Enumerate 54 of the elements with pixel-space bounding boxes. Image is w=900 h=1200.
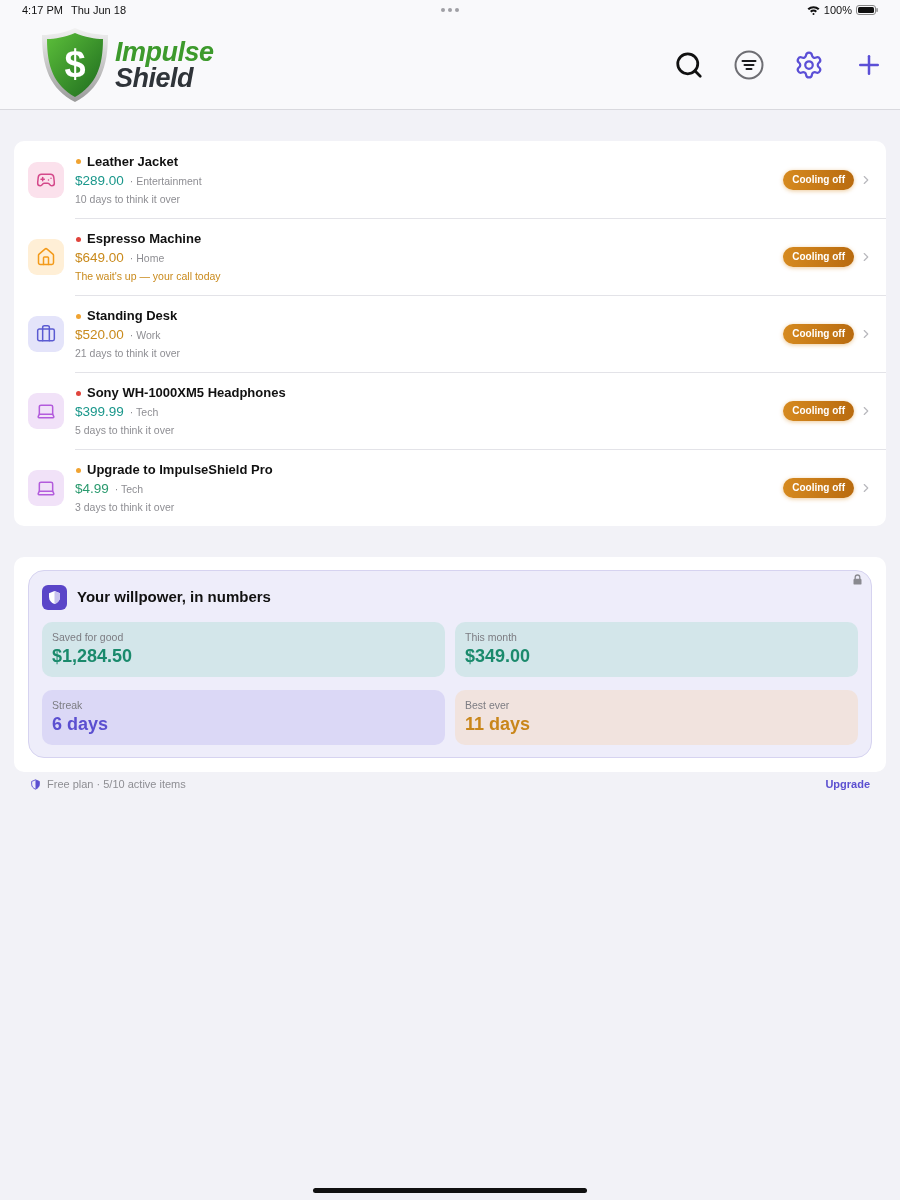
search-button[interactable] [674, 49, 704, 80]
upgrade-link[interactable]: Upgrade [825, 776, 870, 793]
stats-title: Your willpower, in numbers [77, 587, 271, 608]
status-badge: Cooling off [783, 169, 854, 190]
plan-status: Free plan · 5/10 active items [47, 777, 186, 793]
item-price: $649.00 [75, 249, 124, 267]
stat-value: 6 days [52, 713, 110, 736]
status-date: Thu Jun 18 [70, 2, 126, 18]
wifi-icon [806, 5, 820, 15]
search-icon [674, 49, 704, 80]
stat-label: Saved for good [52, 630, 125, 644]
status-badge: Cooling off [783, 247, 854, 267]
multitasking-dots-icon [441, 8, 459, 12]
item-note: 5 days to think it over [75, 423, 176, 438]
item-name: Upgrade to ImpulseShield Pro [87, 461, 273, 479]
item-note: The wait's up — your call today [75, 269, 222, 284]
item-note: 3 days to think it over [75, 500, 176, 515]
settings-button[interactable] [794, 49, 824, 80]
status-time: 4:17 PM [22, 2, 63, 18]
item-category: · Entertainment [129, 173, 202, 189]
filter-button[interactable] [734, 49, 764, 80]
settings-icon [794, 49, 824, 80]
stat-label: Streak [52, 698, 84, 712]
item-category: · Home [129, 251, 165, 266]
item-name: Espresso Machine [87, 230, 202, 248]
item-category: · Work [129, 328, 161, 343]
status-badge: Cooling off [783, 478, 854, 498]
house-icon [36, 246, 56, 267]
status-badge: Cooling off [783, 324, 854, 344]
shield-logo-icon: $ [40, 26, 110, 103]
item-price: $4.99 [75, 480, 109, 498]
battery-percent: 100% [823, 2, 852, 18]
shield-badge-icon [42, 585, 67, 610]
item-note: 21 days to think it over [75, 346, 182, 361]
battery-icon [856, 5, 878, 15]
item-price: $289.00 [75, 171, 124, 190]
item-price: $399.99 [75, 403, 124, 421]
status-badge: Cooling off [783, 401, 854, 421]
item-name: Standing Desk [87, 307, 178, 325]
stat-label: Best ever [465, 698, 511, 712]
half-shield-icon [30, 779, 41, 790]
item-price: $520.00 [75, 326, 124, 344]
stat-value: $1,284.50 [52, 645, 134, 668]
logo-wordmark-top: Impulse [115, 38, 214, 65]
stat-label: This month [465, 630, 518, 644]
item-note: 10 days to think it over [75, 191, 182, 207]
filter-icon [734, 49, 764, 80]
stat-value: 11 days [465, 713, 532, 736]
item-name: Leather Jacket [87, 152, 179, 171]
stat-value: $349.00 [465, 645, 532, 668]
briefcase-icon [36, 323, 56, 344]
item-category: · Tech [129, 405, 159, 420]
item-category: · Tech [114, 482, 144, 497]
item-name: Sony WH-1000XM5 Headphones [87, 384, 286, 402]
